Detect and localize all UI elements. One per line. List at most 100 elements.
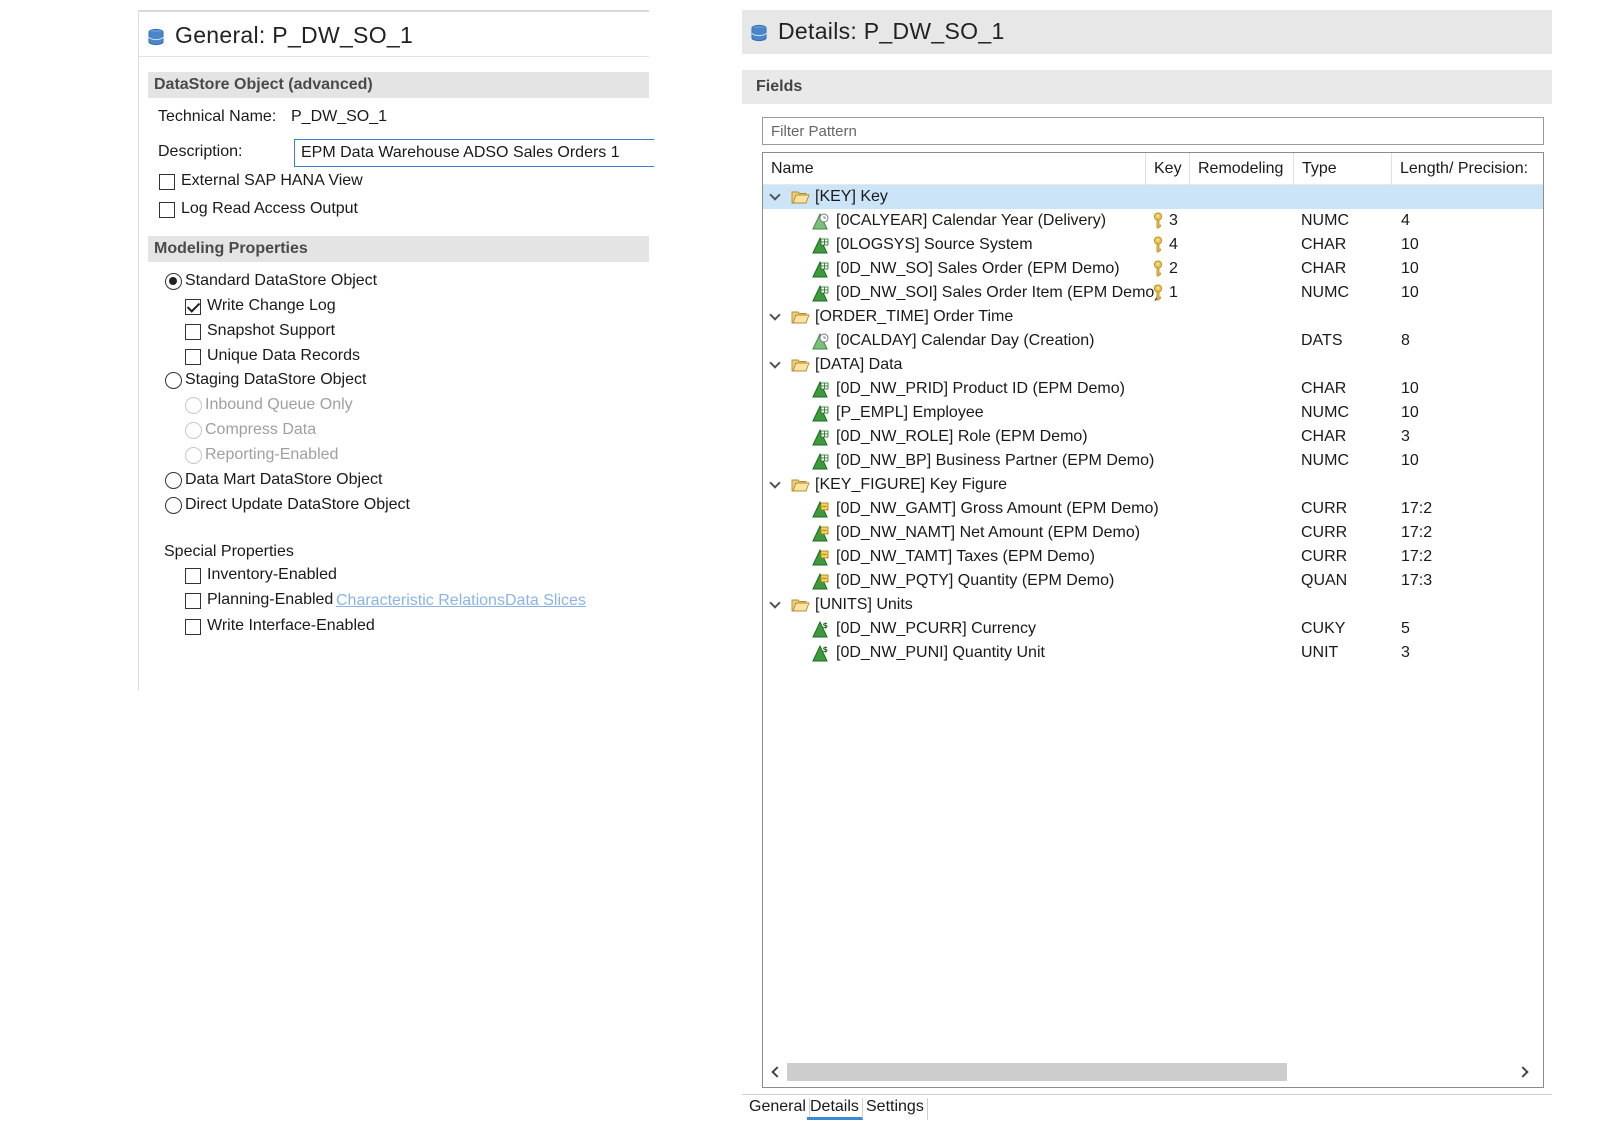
chevron-down-icon[interactable] [769,189,781,201]
scroll-right-icon[interactable] [1517,1066,1529,1078]
field-name: [0D_NW_NAMT] Net Amount (EPM Demo) [836,524,1141,541]
special-properties-label: Special Properties [164,543,294,560]
column-header-remodeling[interactable]: Remodeling [1198,160,1283,178]
field-type: CHAR [1301,380,1347,397]
field-name: [0D_NW_PQTY] Quantity (EPM Demo) [836,572,1115,589]
table-row[interactable]: [0D_NW_ROLE] Role (EPM Demo) CHAR 3 [763,425,1543,449]
standard-dso-label: Standard DataStore Object [185,272,378,289]
external-hana-view-checkbox[interactable] [159,174,175,190]
tab-settings[interactable]: Settings [863,1098,928,1120]
fields-tree-table[interactable]: Name Key Remodeling Type Length/ Precisi… [762,152,1544,1088]
data-slices-link[interactable]: Data Slices [505,592,586,610]
write-change-log-checkbox[interactable] [185,299,201,315]
table-row[interactable]: [0D_NW_NAMT] Net Amount (EPM Demo) CURR 17… [763,521,1543,545]
snapshot-support-label: Snapshot Support [207,322,336,339]
field-name: [0CALDAY] Calendar Day (Creation) [836,332,1095,349]
column-header-name[interactable]: Name [771,160,814,178]
table-row[interactable]: [0D_NW_PRID] Product ID (EPM Demo) CHAR 10 [763,377,1543,401]
field-length: 8 [1401,332,1410,349]
chevron-down-icon[interactable] [769,357,781,369]
filter-pattern-input[interactable] [762,117,1544,145]
column-header-type[interactable]: Type [1302,160,1337,178]
key-position: 3 [1169,212,1178,229]
field-type: CURR [1301,500,1348,517]
table-row[interactable]: $ [0D_NW_PUNI] Quantity Unit UNIT 3 [763,641,1543,665]
column-header-length[interactable]: Length/ Precision: [1400,160,1528,178]
group-name: [UNITS] Units [815,596,913,613]
field-type: NUMC [1301,404,1349,421]
reporting-enabled-radio [185,447,202,464]
field-name: [0D_NW_ROLE] Role (EPM Demo) [836,428,1088,445]
unique-data-records-checkbox[interactable] [185,349,201,365]
folder-open-icon [791,311,810,324]
table-row[interactable]: [0D_NW_SOI] Sales Order Item (EPM Demo) 1… [763,281,1543,305]
table-row[interactable]: [0CALYEAR] Calendar Year (Delivery) 3 NUMC… [763,209,1543,233]
tab-general[interactable]: General [746,1098,810,1120]
datastore-icon [751,24,767,42]
chevron-down-icon[interactable] [769,597,781,609]
field-name: [0D_NW_GAMT] Gross Amount (EPM Demo) [836,500,1159,517]
tree-group-row[interactable]: [KEY] Key [763,185,1543,209]
technical-name-label: Technical Name: [158,108,277,125]
table-row[interactable]: [0LOGSYS] Source System 4 CHAR 10 [763,233,1543,257]
group-name: [DATA] Data [815,356,903,373]
planning-enabled-checkbox[interactable] [185,593,201,609]
description-field[interactable]: EPM Data Warehouse ADSO Sales Orders 1 [294,139,654,167]
characteristic-icon [812,284,829,302]
details-header: Details: P_DW_SO_1 [742,10,1552,54]
standard-dso-radio[interactable] [165,273,182,290]
tree-group-row[interactable]: [KEY_FIGURE] Key Figure [763,473,1543,497]
characteristic-relations-link[interactable]: Characteristic Relations [336,592,505,610]
field-type: CUKY [1301,620,1346,637]
staging-dso-radio[interactable] [165,372,182,389]
unit-icon: $ [812,620,829,638]
data-mart-dso-radio[interactable] [165,472,182,489]
column-separator [1145,153,1146,185]
field-name: [0D_NW_SOI] Sales Order Item (EPM Demo) [836,284,1160,301]
scrollbar-thumb[interactable] [787,1063,1287,1081]
tree-group-row[interactable]: [DATA] Data [763,353,1543,377]
table-row[interactable]: [P_EMPL] Employee NUMC 10 [763,401,1543,425]
column-header-key[interactable]: Key [1154,160,1182,178]
field-name: [0D_NW_PRID] Product ID (EPM Demo) [836,380,1125,397]
chevron-down-icon[interactable] [769,477,781,489]
field-type: CURR [1301,548,1348,565]
key-position: 2 [1169,260,1178,277]
field-type: QUAN [1301,572,1348,589]
horizontal-scrollbar[interactable] [763,1057,1543,1087]
table-row[interactable]: $ [0D_NW_PCURR] Currency CUKY 5 [763,617,1543,641]
inventory-enabled-checkbox[interactable] [185,568,201,584]
key-icon [1153,284,1163,301]
folder-open-icon [791,191,810,204]
direct-update-dso-radio[interactable] [165,497,182,514]
key-icon [1153,260,1163,277]
time-characteristic-icon [812,332,829,350]
table-row[interactable]: [0D_NW_PQTY] Quantity (EPM Demo) QUAN 17:3 [763,569,1543,593]
field-length: 3 [1401,428,1410,445]
compress-data-radio [185,422,202,439]
page-title: General: P_DW_SO_1 [175,22,414,48]
table-row[interactable]: [0D_NW_TAMT] Taxes (EPM Demo) CURR 17:2 [763,545,1543,569]
key-position: 4 [1169,236,1178,253]
characteristic-icon [812,380,829,398]
table-row[interactable]: [0D_NW_BP] Business Partner (EPM Demo) NU… [763,449,1543,473]
tab-details[interactable]: Details [807,1098,863,1120]
field-length: 3 [1401,644,1410,661]
table-row[interactable]: [0D_NW_GAMT] Gross Amount (EPM Demo) CURR… [763,497,1543,521]
tree-group-row[interactable]: [ORDER_TIME] Order Time [763,305,1543,329]
key-figure-icon [812,500,829,518]
snapshot-support-checkbox[interactable] [185,324,201,340]
table-row[interactable]: [0D_NW_SO] Sales Order (EPM Demo) 2 CHAR 10 [763,257,1543,281]
svg-text:$: $ [823,645,829,654]
field-length: 17:3 [1401,572,1433,589]
write-interface-enabled-checkbox[interactable] [185,619,201,635]
field-length: 17:2 [1401,548,1433,565]
column-separator [1293,153,1294,185]
chevron-down-icon[interactable] [769,309,781,321]
log-read-access-checkbox[interactable] [159,202,175,218]
tree-group-row[interactable]: [UNITS] Units [763,593,1543,617]
table-row[interactable]: [0CALDAY] Calendar Day (Creation) DATS 8 [763,329,1543,353]
characteristic-icon [812,404,829,422]
scroll-left-icon[interactable] [771,1066,783,1078]
field-type: NUMC [1301,452,1349,469]
